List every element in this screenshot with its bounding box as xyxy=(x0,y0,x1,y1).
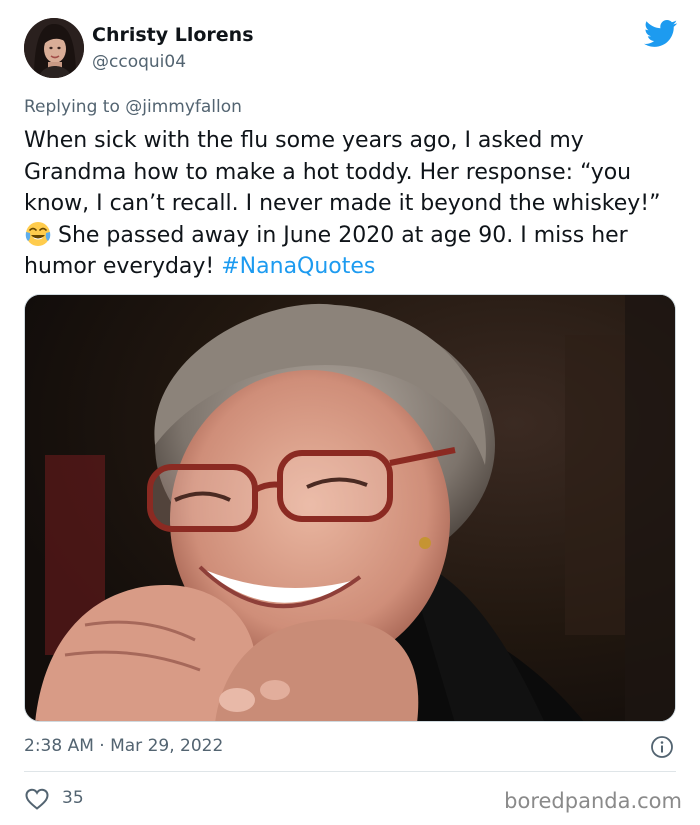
author-name[interactable]: Christy Llorens xyxy=(92,24,254,46)
tweet-text: When sick with the flu some years ago, I… xyxy=(24,125,676,283)
divider xyxy=(24,771,676,772)
heart-icon[interactable] xyxy=(24,787,50,811)
reply-prefix: Replying to xyxy=(24,97,126,117)
reply-context: Replying to @jimmyfallon xyxy=(24,97,242,117)
tweet-photo[interactable] xyxy=(24,294,676,722)
twitter-bird-icon[interactable] xyxy=(644,20,678,48)
like-count: 35 xyxy=(62,788,84,808)
face-with-tears-of-joy-icon xyxy=(25,221,51,246)
tweet-timestamp[interactable]: 2:38 AM · Mar 29, 2022 xyxy=(24,736,223,756)
tweet-text-part1: When sick with the flu some years ago, I… xyxy=(24,128,661,216)
tweet-card: Christy Llorens @ccoqui04 Replying to @j… xyxy=(0,0,700,825)
hashtag-link[interactable]: #NanaQuotes xyxy=(221,254,375,279)
info-icon[interactable] xyxy=(650,735,674,759)
avatar[interactable] xyxy=(24,18,84,78)
watermark: boredpanda.com xyxy=(504,789,682,813)
reply-handle-link[interactable]: @jimmyfallon xyxy=(125,97,242,117)
author-handle[interactable]: @ccoqui04 xyxy=(92,52,186,72)
